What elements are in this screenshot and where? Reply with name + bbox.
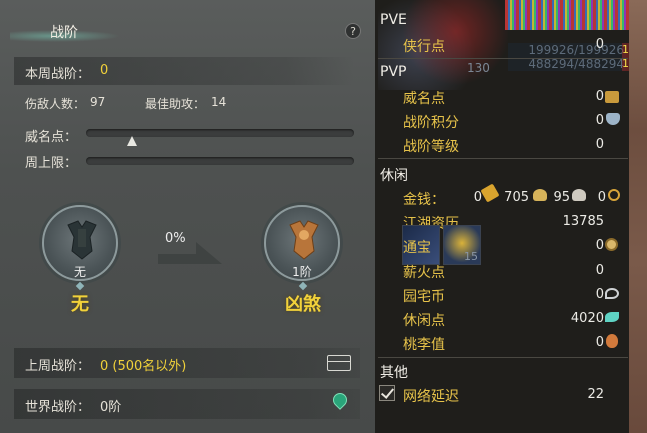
prestige-points-value: 0	[595, 89, 604, 104]
mp-bar-text: 488294/488294	[508, 57, 626, 71]
xinhuo-points-label: 薪火点	[403, 265, 445, 281]
money-silver-value: 705	[504, 190, 529, 205]
next-rank-medal: 1阶	[264, 205, 340, 281]
hp-bar-text: 199926/199926	[508, 43, 626, 57]
rank-level-label: 战阶等级	[403, 139, 459, 155]
next-medal-name: 凶煞	[285, 294, 321, 315]
rank-score-value: 0	[595, 113, 604, 128]
leisure-points-value: 4020	[570, 311, 604, 326]
tongbao-label: 通宝	[403, 240, 431, 256]
section-leisure-title: 休闲	[380, 168, 408, 184]
rank-level-value: 0	[595, 137, 604, 152]
bronze-medal-icon	[289, 220, 319, 260]
best-assist-value: 14	[211, 95, 227, 109]
prestige-currency-icon	[605, 91, 619, 103]
last-week-rank-label: 上周战阶：	[25, 359, 91, 374]
current-rank-medal: 无	[42, 205, 118, 281]
progress-arrow-icon	[158, 242, 222, 264]
battle-rank-panel: 战阶 ? 本周战阶： 0 伤敌人数： 97 最佳助攻： 14 威名点： 周上限：…	[0, 0, 375, 433]
xiaxing-points-value: 0	[595, 37, 604, 52]
money-label: 金钱：	[403, 192, 445, 208]
chest-icon[interactable]	[327, 355, 351, 371]
prestige-progress-marker	[126, 136, 137, 146]
divider	[378, 58, 628, 59]
weekly-cap-progress-bar	[86, 157, 354, 165]
tongbao-value: 0	[595, 238, 604, 253]
world-rank-label: 世界战阶：	[25, 400, 91, 415]
prestige-label: 威名点：	[25, 130, 78, 145]
help-icon[interactable]: ?	[345, 23, 361, 39]
rank-score-label: 战阶积分	[403, 115, 459, 131]
jianghu-experience-value: 13785	[562, 214, 604, 229]
kills-label: 伤敌人数：	[25, 97, 86, 111]
weekly-rank-value: 0	[100, 63, 109, 78]
best-assist-label: 最佳助攻：	[145, 97, 206, 111]
copper-ingot-icon	[572, 189, 586, 201]
money-copper-value: 95	[553, 190, 570, 205]
current-medal-level: 无	[73, 265, 86, 279]
tongbao-coin-icon	[605, 238, 618, 251]
network-latency-value: 22	[587, 387, 604, 402]
divider	[378, 357, 628, 358]
bronze-medal-icon	[67, 220, 97, 260]
weekly-cap-label: 周上限：	[25, 156, 78, 171]
estate-coin-label: 园宅币	[403, 289, 445, 305]
kills-value: 97	[90, 95, 106, 109]
taoli-value-label: 桃李值	[403, 337, 445, 353]
divider	[378, 158, 628, 159]
level-badge: 130	[467, 61, 490, 75]
last-week-rank-value: 0 (500名以外)	[100, 359, 187, 374]
estate-coin-value: 0	[595, 287, 604, 302]
item-slot-icon[interactable]: 15	[443, 225, 481, 265]
money-gold-value: 0	[473, 190, 482, 205]
network-latency-checkbox[interactable]	[379, 385, 395, 401]
leisure-points-icon	[605, 312, 619, 322]
xinhuo-points-value: 0	[595, 263, 604, 278]
section-pvp-title: PVP	[380, 64, 407, 80]
estate-coin-icon	[605, 288, 619, 299]
weekly-rank-label: 本周战阶：	[25, 67, 91, 82]
item-slot-count: 15	[464, 250, 478, 263]
medal-diamond-decoration	[298, 281, 308, 291]
silver-ingot-icon	[533, 189, 547, 201]
section-other-title: 其他	[380, 365, 408, 381]
world-rank-value: 0阶	[100, 400, 122, 415]
prestige-points-label: 威名点	[403, 91, 445, 107]
taoli-value-value: 0	[595, 335, 604, 350]
leisure-points-label: 休闲点	[403, 313, 445, 329]
background-effect-stripe	[505, 0, 647, 30]
panel-header: 战阶 ?	[0, 0, 375, 46]
coin-icon	[608, 189, 620, 201]
network-latency-label: 网络延迟	[403, 389, 459, 405]
section-pve-title: PVE	[380, 12, 407, 28]
xiaxing-points-label: 侠行点	[403, 39, 445, 55]
current-medal-name: 无	[71, 294, 89, 315]
next-medal-level: 1阶	[292, 265, 312, 279]
panel-title: 战阶	[50, 25, 78, 41]
peach-icon	[606, 334, 618, 348]
medal-diamond-decoration	[75, 281, 85, 291]
background-scene-edge	[629, 0, 647, 433]
money-other-value: 0	[597, 190, 606, 205]
